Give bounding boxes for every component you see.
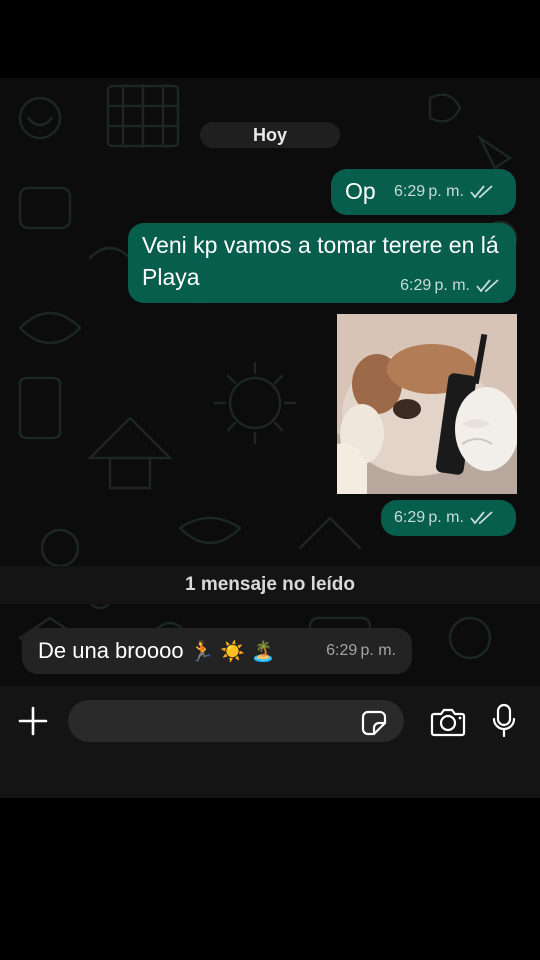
dog-phone-image: [337, 314, 517, 494]
message-text: De una broooo: [38, 638, 184, 663]
message-time: 6:29 p. m.: [326, 642, 396, 659]
message-time: 6:29 p. m.: [400, 277, 470, 294]
outgoing-message[interactable]: Veni kp vamos a tomar terere en lá Playa…: [128, 223, 516, 303]
date-separator: Hoy: [200, 122, 340, 148]
microphone-icon[interactable]: [488, 702, 520, 740]
message-meta: 6:29 p. m.: [400, 277, 500, 295]
read-receipt-icon: [470, 185, 493, 199]
chat-area[interactable]: Hoy Op 6:29 p. m. Veni kp vamos a tomar …: [0, 78, 540, 686]
message-text: Op: [345, 178, 376, 204]
message-meta: 6:29 p. m.: [394, 183, 494, 201]
outgoing-message[interactable]: Op 6:29 p. m.: [331, 169, 516, 215]
unread-divider: 1 mensaje no leído: [0, 566, 540, 604]
plus-icon[interactable]: [16, 704, 50, 738]
camera-icon[interactable]: [428, 704, 468, 740]
read-receipt-icon: [470, 511, 493, 525]
image-meta-bubble: 6:29 p. m.: [381, 500, 516, 536]
sticker-icon[interactable]: [358, 707, 390, 739]
message-text-wrap: De una broooo 🏃 ☀️ 🏝️: [38, 635, 276, 668]
message-input[interactable]: [68, 700, 404, 742]
message-emojis: 🏃 ☀️ 🏝️: [189, 641, 276, 663]
message-input-bar: [0, 686, 540, 798]
message-time: 6:29 p. m.: [394, 183, 464, 200]
message-meta: 6:29 p. m.: [326, 642, 396, 660]
message-meta: 6:29 p. m.: [394, 509, 494, 527]
image-message[interactable]: [337, 314, 517, 494]
incoming-message[interactable]: De una broooo 🏃 ☀️ 🏝️ 6:29 p. m.: [22, 628, 412, 674]
message-time: 6:29 p. m.: [394, 509, 464, 526]
read-receipt-icon: [476, 279, 499, 293]
